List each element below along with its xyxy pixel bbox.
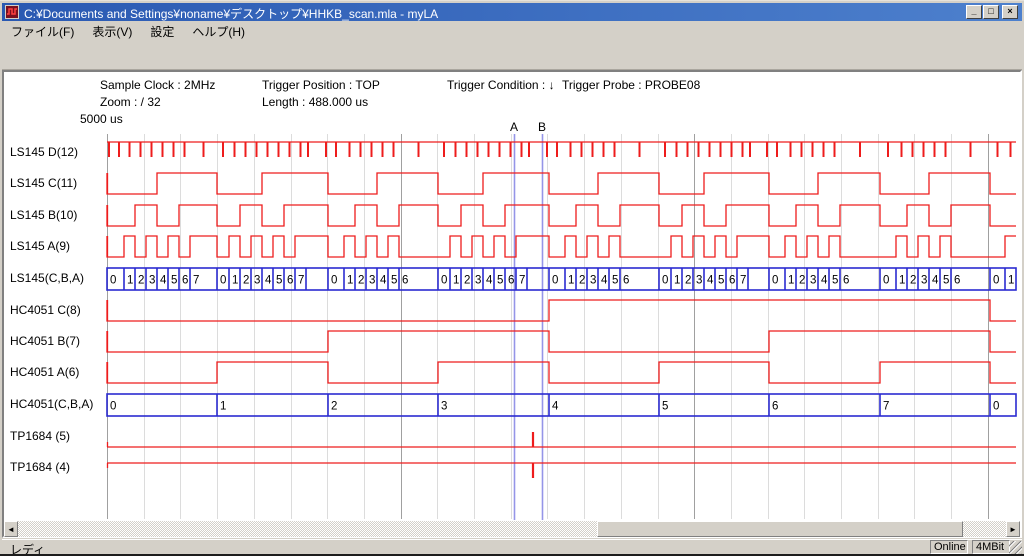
bus-cell-value: 3 <box>149 275 155 287</box>
bus-cell-value: 0 <box>993 275 999 287</box>
digital-waveform <box>107 331 1016 352</box>
bus-cell-value: 0 <box>110 275 116 287</box>
scrollbar-thumb[interactable] <box>597 521 963 537</box>
online-status-badge: Online <box>930 540 968 554</box>
bus-cell-value: 2 <box>579 275 585 287</box>
bus-cell-value: 4 <box>380 275 387 287</box>
bus-cell-value: 3 <box>590 275 596 287</box>
bus-cell-value: 1 <box>1008 275 1014 287</box>
horizontal-scrollbar[interactable]: ◄ ► <box>4 521 1020 537</box>
bus-cell-value: 2 <box>910 275 916 287</box>
bus-cell-value: 4 <box>160 275 167 287</box>
bus-cell-value: 0 <box>220 275 226 287</box>
bus-cell-value: 5 <box>497 275 503 287</box>
bus-cell-value: 5 <box>662 401 668 413</box>
bus-cell-value: 3 <box>696 275 702 287</box>
status-bar: レディ Online 4MBit <box>2 539 1022 555</box>
bus-cell-value: 1 <box>788 275 794 287</box>
digital-waveform <box>107 362 1016 383</box>
bus-cell-value: 5 <box>276 275 282 287</box>
bus-cell-value: 7 <box>740 275 746 287</box>
waveform-plot: 0123456701234567012345601234567012345601… <box>0 1 1024 556</box>
bus-cell-value: 3 <box>921 275 927 287</box>
bus-cell-value: 0 <box>993 401 999 413</box>
bus-cell-value: 7 <box>298 275 304 287</box>
bus-cell-value: 5 <box>171 275 177 287</box>
bus-cell-value: 3 <box>810 275 816 287</box>
bus-cell-value: 1 <box>568 275 574 287</box>
scroll-left-button[interactable]: ◄ <box>4 521 18 537</box>
bus-cell-value: 0 <box>662 275 668 287</box>
bus-cell-value: 4 <box>932 275 939 287</box>
bus-cell-value: 0 <box>110 401 116 413</box>
bus-cell-value: 1 <box>899 275 905 287</box>
bus-cell-value: 0 <box>772 275 778 287</box>
bus-cell-value: 1 <box>453 275 459 287</box>
bus-cell-value: 2 <box>138 275 144 287</box>
bus-cell-value: 3 <box>475 275 481 287</box>
bus-cell-value: 1 <box>220 401 226 413</box>
bus-cell-value: 4 <box>486 275 493 287</box>
bus-cell-value: 2 <box>243 275 249 287</box>
bus-cell-value: 6 <box>182 275 188 287</box>
bus-cell-value: 6 <box>402 275 408 287</box>
bus-cell-value: 2 <box>685 275 691 287</box>
bus-cell-value: 0 <box>552 275 558 287</box>
bus-cell-value: 2 <box>331 401 337 413</box>
bus-cell-value: 1 <box>674 275 680 287</box>
bus-cell-value: 4 <box>265 275 272 287</box>
resize-grip[interactable] <box>1009 541 1022 554</box>
bus-cell-value: 5 <box>718 275 724 287</box>
bus-cell-value: 3 <box>441 401 447 413</box>
bus-cell-value: 2 <box>799 275 805 287</box>
bus-cell-value: 0 <box>441 275 447 287</box>
digital-waveform <box>107 173 1016 194</box>
bus-cell-value: 4 <box>707 275 714 287</box>
bus-cell-value: 4 <box>821 275 828 287</box>
digital-waveform <box>107 236 1016 257</box>
bus-cell-value: 7 <box>193 275 199 287</box>
bus-cell-value: 7 <box>883 401 889 413</box>
bus-cell-value: 1 <box>127 275 133 287</box>
app-window: C:¥Documents and Settings¥noname¥デスクトップ¥… <box>0 0 1024 556</box>
digital-waveform <box>107 300 1016 321</box>
bus-cell-value: 0 <box>331 275 337 287</box>
bus-cell-value: 4 <box>552 401 559 413</box>
bus-cell-value: 6 <box>772 401 778 413</box>
bus-cell-value: 4 <box>601 275 608 287</box>
bus-cell-value: 3 <box>254 275 260 287</box>
memory-size-badge: 4MBit <box>972 540 1010 554</box>
bus-cell-value: 6 <box>843 275 849 287</box>
bus-cell-value: 6 <box>508 275 514 287</box>
bus-cell-value: 6 <box>287 275 293 287</box>
bus-cell-value: 6 <box>623 275 629 287</box>
bus-cell-value: 2 <box>358 275 364 287</box>
digital-waveform <box>107 205 1016 226</box>
bus-cell-value: 1 <box>347 275 353 287</box>
bus-cell-value: 5 <box>832 275 838 287</box>
bus-cell-value: 6 <box>729 275 735 287</box>
bus-cell-value: 5 <box>391 275 397 287</box>
bus-cell-value: 3 <box>369 275 375 287</box>
bus-cell-value: 0 <box>883 275 889 287</box>
bus-cell-value: 2 <box>464 275 470 287</box>
bus-cell-value: 5 <box>612 275 618 287</box>
bus-cell-value: 7 <box>519 275 525 287</box>
bus-cell-value: 1 <box>232 275 238 287</box>
bus-cell-value: 5 <box>943 275 949 287</box>
bus-cell-value: 6 <box>954 275 960 287</box>
scroll-right-button[interactable]: ► <box>1006 521 1020 537</box>
